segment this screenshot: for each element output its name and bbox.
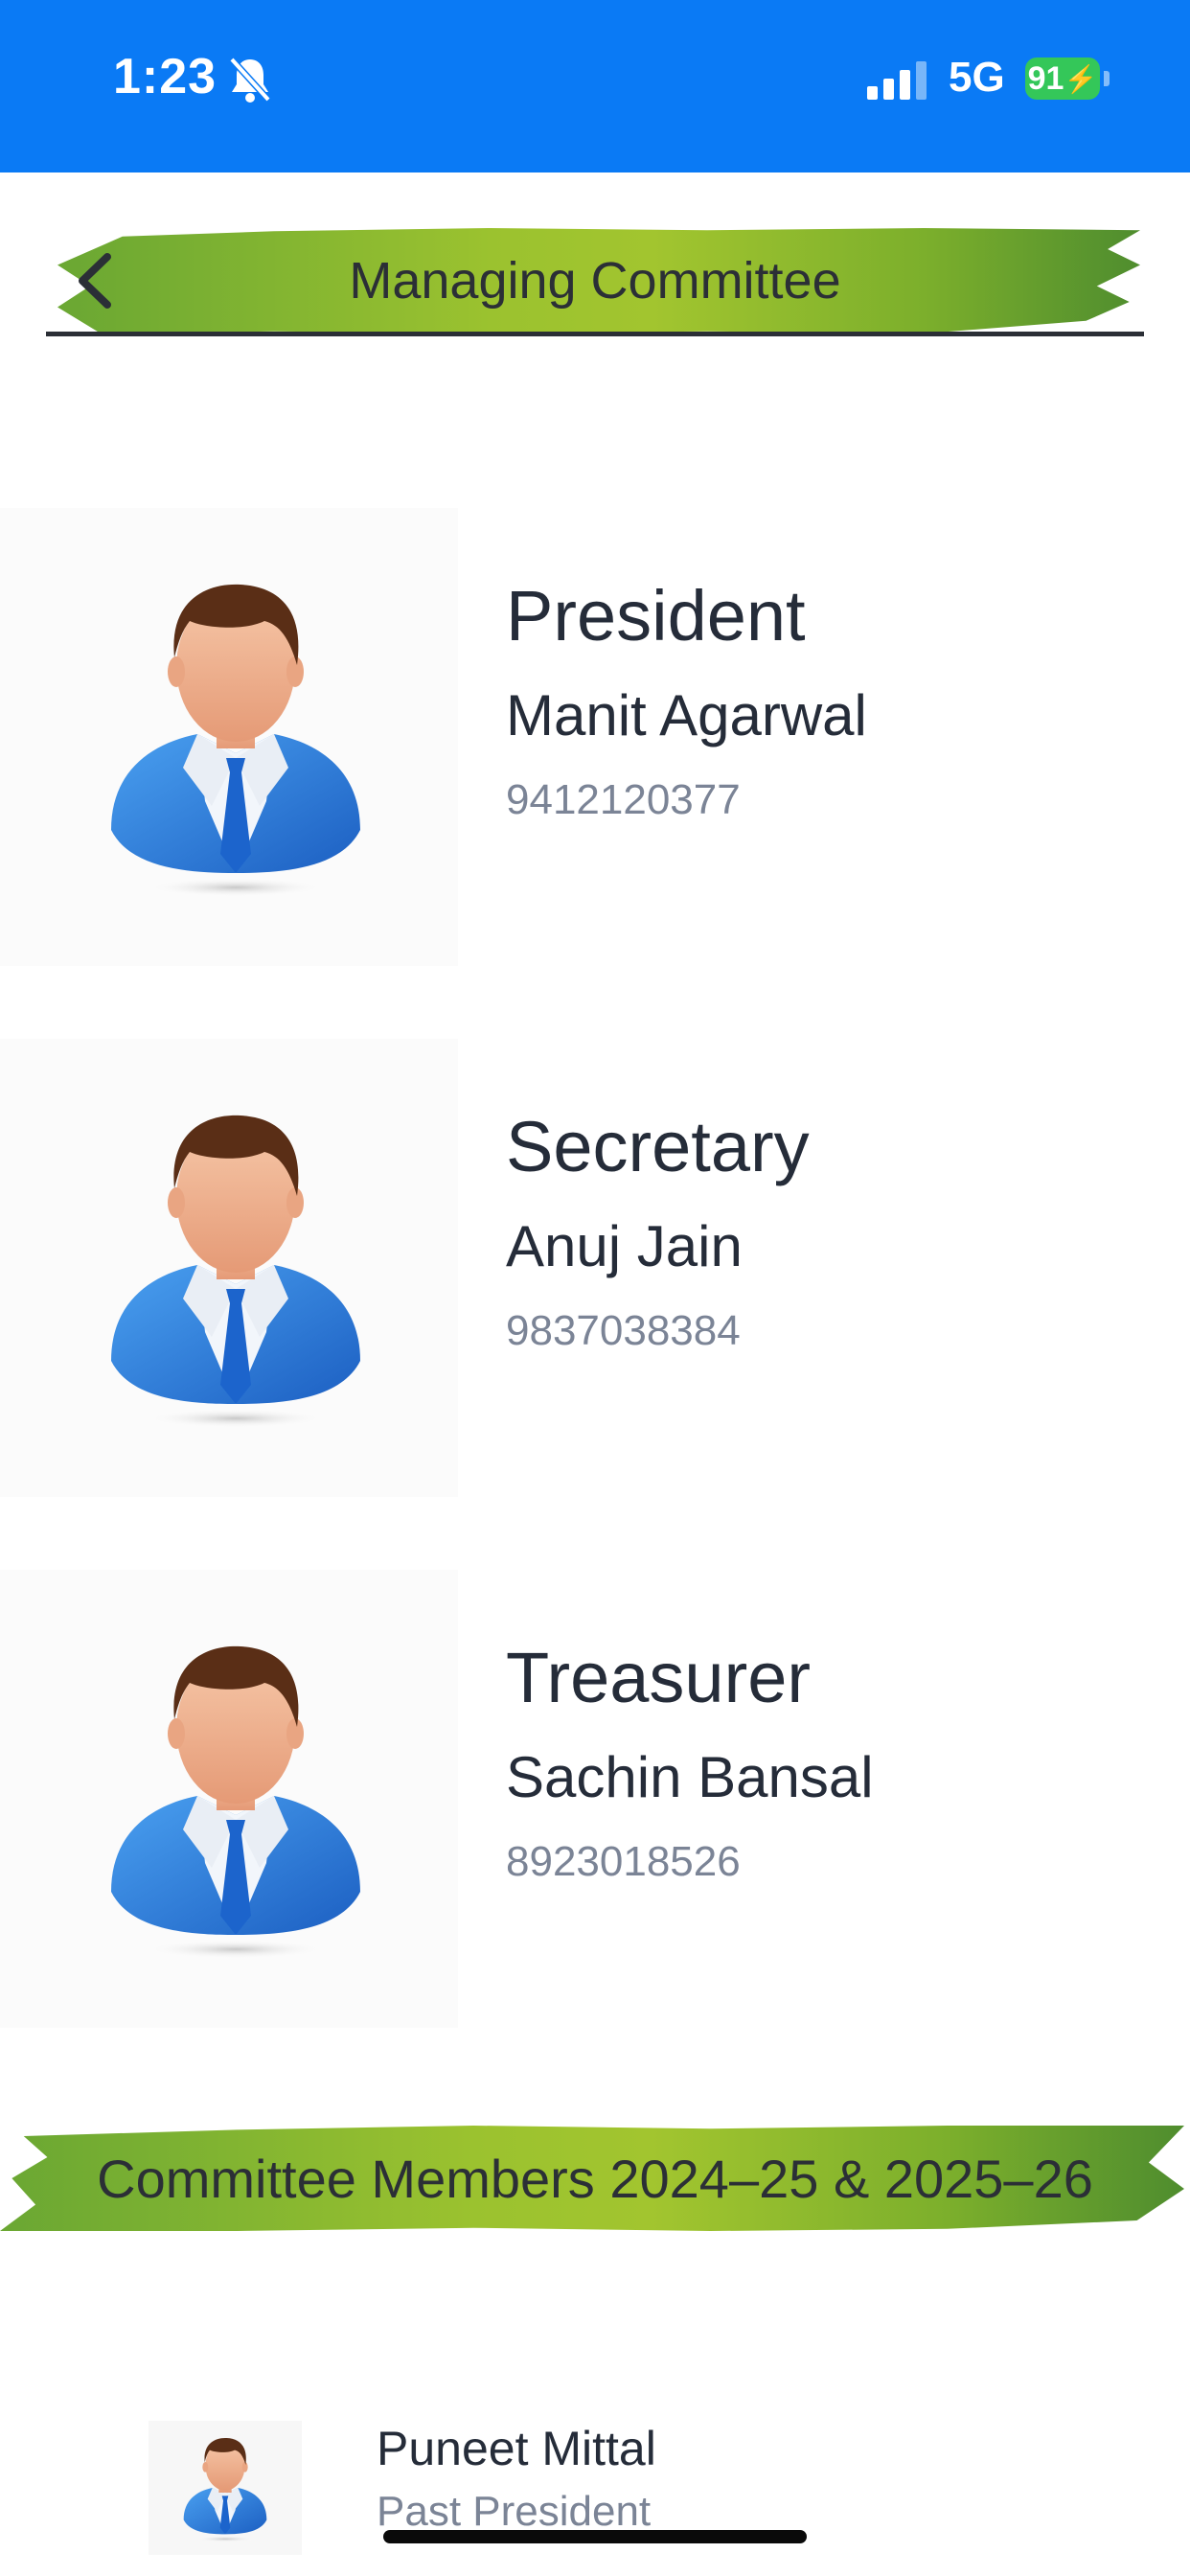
- status-time: 1:23: [113, 49, 217, 104]
- officer-card-treasurer[interactable]: Treasurer Sachin Bansal 8923018526: [0, 1570, 1190, 2030]
- home-indicator[interactable]: [383, 2530, 807, 2543]
- page-title: Managing Committee: [349, 252, 841, 310]
- officer-card-secretary[interactable]: Secretary Anuj Jain 9837038384: [0, 1039, 1190, 1499]
- signal-icon: [867, 61, 927, 100]
- person-avatar-icon: [92, 562, 379, 907]
- member-photo: [149, 2421, 302, 2555]
- officer-name: Sachin Bansal: [506, 1745, 874, 1809]
- officer-phone[interactable]: 9412120377: [506, 776, 741, 824]
- section-title: Committee Members 2024–25 & 2025–26: [97, 2148, 1093, 2209]
- officer-name: Anuj Jain: [506, 1214, 743, 1278]
- battery-charging-icon: 91 ⚡: [1025, 58, 1100, 100]
- person-avatar-icon: [92, 1623, 379, 1968]
- officer-name: Manit Agarwal: [506, 683, 867, 748]
- status-bar: 1:23 5G 91 ⚡: [0, 0, 1190, 172]
- officer-role: Secretary: [506, 1107, 810, 1186]
- officer-role: President: [506, 576, 806, 656]
- chevron-left-icon[interactable]: [67, 247, 125, 314]
- member-name: Puneet Mittal: [377, 2422, 656, 2475]
- officer-phone[interactable]: 8923018526: [506, 1838, 741, 1886]
- officer-photo: [0, 508, 458, 966]
- officer-phone[interactable]: 9837038384: [506, 1307, 741, 1355]
- network-type: 5G: [949, 54, 1005, 101]
- person-avatar-icon: [92, 1092, 379, 1438]
- officer-photo: [0, 1570, 458, 2028]
- battery-level: 91: [1027, 59, 1064, 97]
- bell-slash-icon: [229, 57, 271, 103]
- battery-nub: [1104, 71, 1110, 86]
- officer-photo: [0, 1039, 458, 1497]
- member-role: Past President: [377, 2488, 652, 2535]
- officer-role: Treasurer: [506, 1638, 812, 1717]
- header-divider: [46, 332, 1144, 336]
- person-avatar-icon: [177, 2430, 273, 2545]
- officer-card-president[interactable]: President Manit Agarwal 9412120377: [0, 508, 1190, 968]
